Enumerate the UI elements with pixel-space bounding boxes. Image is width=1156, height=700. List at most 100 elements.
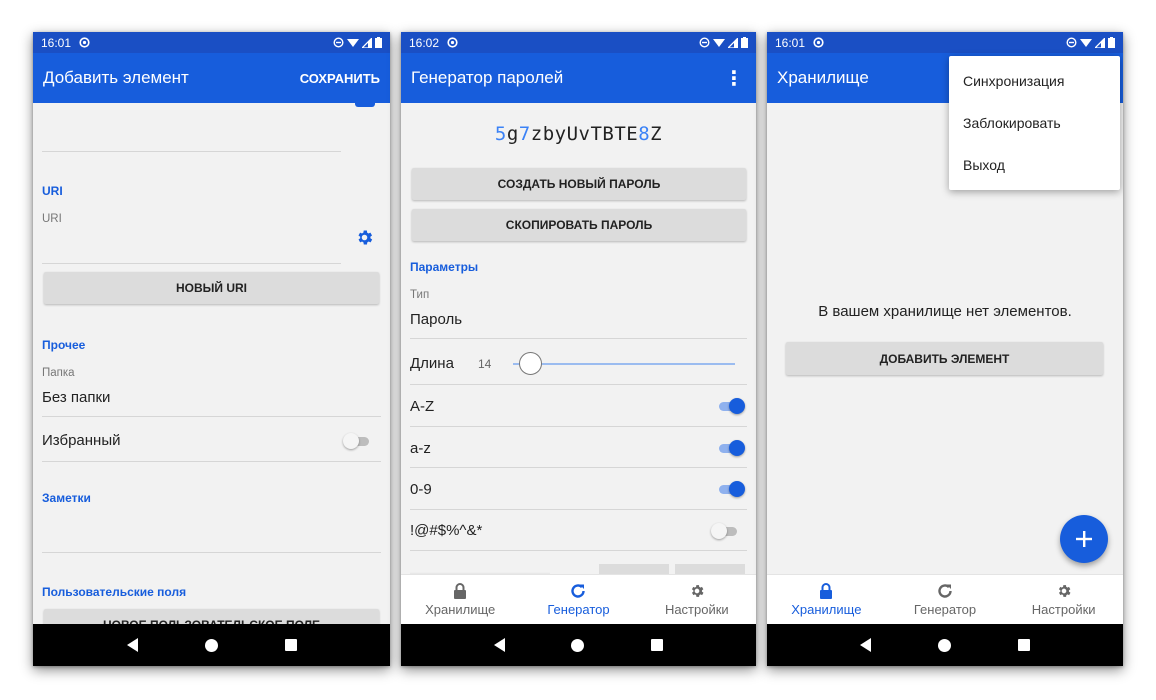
gear-icon (689, 582, 705, 600)
other-section-label: Прочее (42, 338, 86, 352)
uri-field-label: URI (42, 213, 62, 225)
tab-settings-label: Настройки (1031, 602, 1096, 617)
params-section-label: Параметры (410, 260, 479, 274)
tab-generator-label: Генератор (913, 602, 977, 617)
length-slider-track[interactable] (513, 363, 735, 365)
custom-fields-section-label: Пользовательские поля (42, 585, 187, 599)
option-numbers-label: 0-9 (410, 481, 432, 498)
option-special-label: !@#$%^&* (410, 522, 483, 539)
vpn-status-icon (447, 37, 458, 48)
lock-icon (453, 582, 467, 600)
status-time: 16:01 (775, 35, 806, 50)
overflow-menu-icon[interactable]: ⋮ (724, 66, 746, 91)
app-bar: Генератор паролей ⋮ (401, 53, 756, 103)
wifi-icon (347, 38, 359, 47)
menu-item-sync[interactable]: Синхронизация (949, 60, 1120, 102)
tab-settings[interactable]: Настройки (1004, 575, 1123, 624)
divider (410, 467, 747, 468)
divider (410, 426, 747, 427)
tab-generator[interactable]: Генератор (519, 575, 637, 624)
nav-back-icon[interactable] (494, 638, 506, 652)
nav-recent-icon[interactable] (1017, 639, 1030, 651)
bottom-tab-bar: Хранилище Генератор Настройки (767, 574, 1123, 624)
system-nav-bar (33, 624, 390, 666)
divider (42, 151, 341, 152)
phone-vault: 16:01 Хранилище Синхронизация Заблокиров… (767, 32, 1123, 666)
password-letters: Z (650, 123, 663, 145)
option-uppercase-toggle[interactable] (717, 398, 745, 414)
nav-home-icon[interactable] (571, 638, 585, 652)
save-button[interactable]: СОХРАНИТЬ (300, 71, 380, 86)
phone-add-item: 16:01 Добавить элемент СОХРАНИТЬ URI URI… (33, 32, 390, 666)
divider (410, 509, 747, 510)
nav-home-icon[interactable] (937, 638, 951, 652)
uri-input[interactable] (42, 227, 341, 263)
bottom-tab-bar: Хранилище Генератор Настройки (401, 574, 756, 624)
tab-vault[interactable]: Хранилище (767, 575, 886, 624)
favorite-toggle[interactable] (343, 433, 371, 449)
add-fab-button[interactable] (1060, 515, 1108, 563)
nav-home-icon[interactable] (204, 638, 218, 652)
divider (42, 461, 381, 462)
uri-section-label: URI (42, 184, 63, 198)
add-item-button[interactable]: ДОБАВИТЬ ЭЛЕМЕНТ (786, 342, 1103, 375)
phone-password-generator: 16:02 Генератор паролей ⋮ 5g7zbyUvTBTE8Z… (401, 32, 756, 666)
option-numbers-toggle[interactable] (717, 481, 745, 497)
nav-recent-icon[interactable] (284, 639, 297, 651)
status-bar: 16:01 (33, 32, 390, 53)
system-status-icons (699, 37, 748, 48)
lock-icon (819, 582, 833, 600)
tab-settings-label: Настройки (664, 602, 729, 617)
type-select[interactable]: Пароль (410, 311, 462, 328)
password-digit: 5 (494, 123, 507, 145)
refresh-icon (937, 582, 953, 600)
option-lowercase-toggle[interactable] (717, 440, 745, 456)
divider (42, 263, 341, 264)
system-nav-bar (401, 624, 756, 666)
vpn-status-icon (79, 37, 90, 48)
create-password-button[interactable]: СОЗДАТЬ НОВЫЙ ПАРОЛЬ (412, 168, 746, 200)
scroll-edge-icon (355, 103, 375, 107)
tab-settings[interactable]: Настройки (638, 575, 756, 624)
tab-generator[interactable]: Генератор (886, 575, 1005, 624)
option-lowercase-label: a-z (410, 440, 431, 457)
divider (42, 552, 381, 553)
tab-vault-label: Хранилище (791, 602, 862, 617)
folder-label: Папка (42, 367, 75, 379)
copy-password-button[interactable]: СКОПИРОВАТЬ ПАРОЛЬ (412, 209, 746, 241)
menu-item-lock[interactable]: Заблокировать (949, 102, 1120, 144)
plus-icon (1075, 523, 1093, 555)
stepper-plus-button[interactable] (675, 564, 745, 574)
tab-vault[interactable]: Хранилище (401, 575, 519, 624)
folder-select[interactable]: Без папки (42, 389, 110, 406)
status-time: 16:01 (41, 35, 72, 50)
signal-icon (362, 37, 372, 48)
nav-recent-icon[interactable] (650, 639, 663, 651)
page-title: Хранилище (777, 68, 869, 87)
nav-back-icon[interactable] (860, 638, 872, 652)
notes-input[interactable] (42, 508, 381, 552)
menu-item-logout[interactable]: Выход (949, 144, 1120, 186)
password-letters: g (506, 123, 519, 145)
divider (410, 384, 747, 385)
option-special-toggle[interactable] (711, 523, 739, 539)
generated-password: 5g7zbyUvTBTE8Z (401, 123, 756, 145)
stepper-minus-button[interactable] (599, 564, 669, 574)
password-letters: zbyUvTBTE (530, 123, 639, 145)
empty-vault-message: В вашем хранилище нет элементов. (818, 303, 1072, 320)
page-title: Генератор паролей (411, 68, 564, 87)
uri-options-gear-icon[interactable] (355, 228, 374, 252)
battery-icon (375, 37, 382, 48)
nav-back-icon[interactable] (126, 638, 138, 652)
divider (42, 416, 381, 417)
new-custom-field-button[interactable]: НОВОЕ ПОЛЬЗОВАТЕЛЬСКОЕ ПОЛЕ (44, 609, 379, 624)
page-title: Добавить элемент (43, 68, 189, 87)
vpn-status-icon (813, 37, 824, 48)
system-nav-bar (767, 624, 1123, 666)
notes-section-label: Заметки (42, 491, 91, 505)
app-bar: Добавить элемент СОХРАНИТЬ (33, 53, 390, 103)
length-slider-thumb[interactable] (519, 352, 542, 375)
new-uri-button[interactable]: НОВЫЙ URI (44, 272, 379, 304)
system-status-icons (1066, 37, 1115, 48)
status-bar: 16:02 (401, 32, 756, 53)
